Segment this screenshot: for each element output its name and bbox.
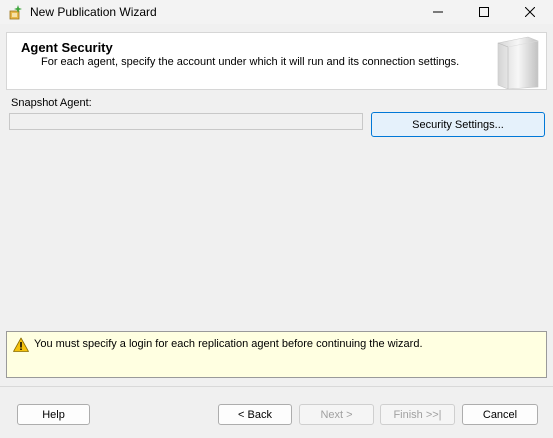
close-button[interactable] xyxy=(507,0,553,24)
page-header: Agent Security For each agent, specify t… xyxy=(6,32,547,90)
warning-icon xyxy=(13,337,29,352)
security-settings-button[interactable]: Security Settings... xyxy=(371,112,545,137)
cancel-button[interactable]: Cancel xyxy=(462,404,538,425)
snapshot-agent-field xyxy=(9,113,363,130)
maximize-icon xyxy=(479,7,489,17)
title-bar: New Publication Wizard xyxy=(0,0,553,24)
minimize-button[interactable] xyxy=(415,0,461,24)
minimize-icon xyxy=(433,11,443,13)
wizard-icon xyxy=(9,5,22,20)
back-button[interactable]: < Back xyxy=(218,404,292,425)
help-button[interactable]: Help xyxy=(17,404,90,425)
window-title: New Publication Wizard xyxy=(30,5,157,19)
server-graphic-icon xyxy=(497,36,539,89)
close-icon xyxy=(525,7,535,17)
snapshot-agent-label: Snapshot Agent: xyxy=(11,97,92,109)
finish-button[interactable]: Finish >>| xyxy=(380,404,455,425)
page-subtitle: For each agent, specify the account unde… xyxy=(41,56,460,68)
message-panel: You must specify a login for each replic… xyxy=(6,331,547,378)
page-title: Agent Security xyxy=(21,40,113,55)
footer-divider xyxy=(0,386,553,387)
maximize-button[interactable] xyxy=(461,0,507,24)
message-text: You must specify a login for each replic… xyxy=(34,338,423,350)
next-button[interactable]: Next > xyxy=(299,404,374,425)
